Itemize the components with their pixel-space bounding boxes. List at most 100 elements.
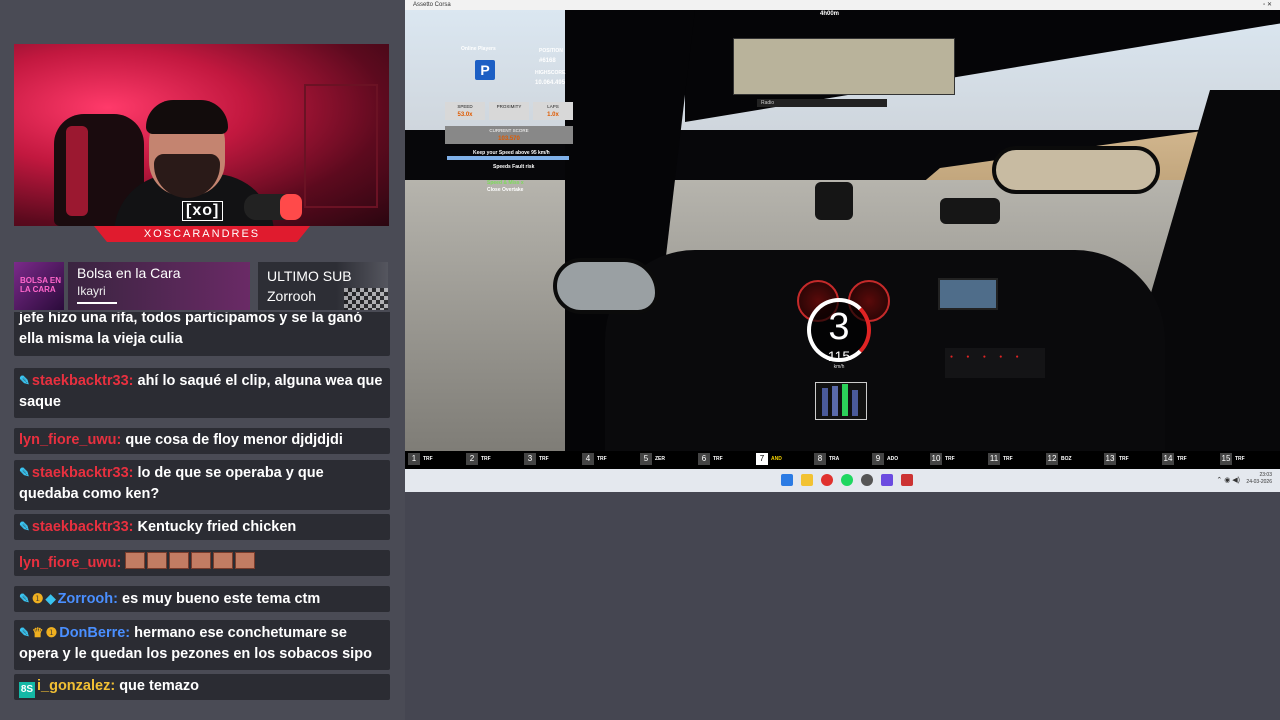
chat-username[interactable]: Zorrooh: <box>58 591 118 607</box>
file-explorer-icon[interactable] <box>801 474 813 486</box>
hud-speed-box: SPEED 53.0x <box>445 102 485 120</box>
chat-text: es muy bueno este tema ctm <box>122 591 321 607</box>
driver-code: TRF <box>481 456 491 462</box>
window-titlebar[interactable]: Assetto Corsa ▫ ✕ <box>405 0 1280 10</box>
brake-bar <box>832 386 838 416</box>
position-number: 12 <box>1046 453 1058 465</box>
chat-message: lyn_fiore_uwu: <box>14 550 390 576</box>
chat-text: Kentucky fried chicken <box>137 519 297 535</box>
game-scene[interactable]: Radio 4h00m Online Players P POSITION #6… <box>405 10 1280 451</box>
chat-message: ✎ staekbacktr33: lo de que se operaba y q… <box>14 460 390 510</box>
race-position-bar: 1 TRF 2 TRF 3 TRF 4 TRF 5 ZER 6 TRF 7 AND 8 TRA 9 ADO 10 TR… <box>405 451 1280 469</box>
position-number: 14 <box>1162 453 1174 465</box>
left-side-mirror <box>553 258 659 314</box>
gear-indicator: 3 <box>828 306 850 348</box>
position-slot: 13 TRF <box>1104 453 1129 467</box>
clock-time: 23:03 <box>1259 472 1272 478</box>
hud-proximity-box: PROXIMITY <box>489 102 529 120</box>
chat-emote <box>169 552 190 569</box>
song-title: Bolsa en la Cara <box>77 265 181 281</box>
chat-emote <box>147 552 168 569</box>
song-artist: Ikayri <box>77 284 106 298</box>
pencil-badge-icon: ✎ <box>19 625 30 640</box>
spotify-icon[interactable] <box>841 474 853 486</box>
chat-emote <box>213 552 234 569</box>
chat-emote <box>191 552 212 569</box>
dashboard-leds: ● ● ● ● ● <box>950 354 1025 360</box>
last-sub-name: Zorrooh <box>267 288 317 304</box>
pencil-badge-icon: ✎ <box>19 519 30 534</box>
driver-code: TRF <box>713 456 723 462</box>
dashboard-vent <box>945 348 1045 378</box>
driver-code: BOZ <box>1061 456 1072 462</box>
driver-code: TRF <box>1235 456 1245 462</box>
speed-readout: 115 <box>827 348 851 364</box>
rearview-mirror <box>992 146 1160 194</box>
position-slot: 15 TRF <box>1220 453 1245 467</box>
hud-server-label: Online Players <box>461 46 496 52</box>
webcam-background-shelf <box>304 84 378 208</box>
driver-code: TRA <box>829 456 840 462</box>
position-slot: 5 ZER <box>640 453 665 467</box>
driver-code: TRF <box>1003 456 1013 462</box>
position-slot: 2 TRF <box>466 453 491 467</box>
taskbar-clock[interactable]: 23:03 24-03-2026 <box>1246 472 1272 486</box>
opera-icon[interactable] <box>821 474 833 486</box>
hud-near-miss: Speed & Miss x <box>487 180 524 186</box>
position-number: 5 <box>640 453 652 465</box>
gaming-chair-accent <box>66 126 88 216</box>
infotainment-screen <box>938 278 998 310</box>
chat-panel: jefe hizo una rifa, todos participamos y… <box>14 312 390 708</box>
chat-username[interactable]: staekbacktr33: <box>32 519 134 535</box>
virtual-mirror-app[interactable] <box>733 38 955 95</box>
cube-badge-icon: ◆ <box>45 591 56 606</box>
discord-icon[interactable] <box>881 474 893 486</box>
clutch-bar <box>822 388 828 416</box>
position-slot: 3 TRF <box>524 453 549 467</box>
window-controls[interactable]: ▫ ✕ <box>1263 0 1272 10</box>
black-truck <box>815 182 853 220</box>
chat-text: que cosa de floy menor djdjdjdi <box>125 432 343 448</box>
system-tray[interactable]: ⌃ ◉ ◀) <box>1216 476 1240 484</box>
crown-badge-icon: ♛ <box>31 625 44 640</box>
chat-username[interactable]: staekbacktr33: <box>32 465 134 481</box>
hud-position-label: POSITION <box>539 48 563 54</box>
game-window[interactable]: Assetto Corsa ▫ ✕ Radio 4h00m Online Pla… <box>405 0 1280 492</box>
position-number: 9 <box>872 453 884 465</box>
chat-message: ✎ ❶ ◆ Zorrooh: es muy bueno este tema ctm <box>14 586 390 612</box>
position-slot: 12 BOZ <box>1046 453 1072 467</box>
driver-code: TRF <box>945 456 955 462</box>
chat-emote <box>125 552 146 569</box>
windows-start-icon[interactable] <box>781 474 793 486</box>
position-slot: 6 TRF <box>698 453 723 467</box>
driver-code: TRF <box>423 456 433 462</box>
driver-code: TRF <box>597 456 607 462</box>
assetto-corsa-icon[interactable] <box>901 474 913 486</box>
chat-emote <box>235 552 256 569</box>
driver-code: ZER <box>655 456 665 462</box>
sub-tier-badge-icon: ❶ <box>45 625 58 640</box>
windows-taskbar[interactable]: ⌃ ◉ ◀) 23:03 24-03-2026 <box>405 469 1280 492</box>
position-slot: 10 TRF <box>930 453 955 467</box>
driver-code: AND <box>771 456 782 462</box>
chat-username[interactable]: lyn_fiore_uwu: <box>19 432 121 448</box>
microphone-light <box>280 194 302 220</box>
driver-code: ADO <box>887 456 899 462</box>
streamer-name-banner: XOSCARANDRES <box>94 226 310 242</box>
chat-username[interactable]: i_gonzalez: <box>37 678 115 694</box>
steam-icon[interactable] <box>861 474 873 486</box>
chat-username[interactable]: staekbacktr33: <box>32 373 134 389</box>
pencil-badge-icon: ✎ <box>19 591 30 606</box>
hud-proximity-label: PROXIMITY <box>496 104 522 109</box>
parking-logo-icon: P <box>475 60 495 80</box>
album-art-text: BOLSA EN LA CARA <box>20 276 62 294</box>
position-number: 10 <box>930 453 942 465</box>
sub-tier-badge-icon: ❶ <box>31 591 44 606</box>
position-slot: 8 TRA <box>814 453 839 467</box>
position-number: 13 <box>1104 453 1116 465</box>
chat-username[interactable]: lyn_fiore_uwu: <box>19 555 121 571</box>
pencil-badge-icon: ✎ <box>19 465 30 480</box>
session-time: 4h00m <box>820 11 840 17</box>
stream-overlay-panel: [xo] XOSCARANDRES BOLSA EN LA CARA Bolsa… <box>0 0 405 720</box>
chat-username[interactable]: DonBerre: <box>59 625 130 641</box>
